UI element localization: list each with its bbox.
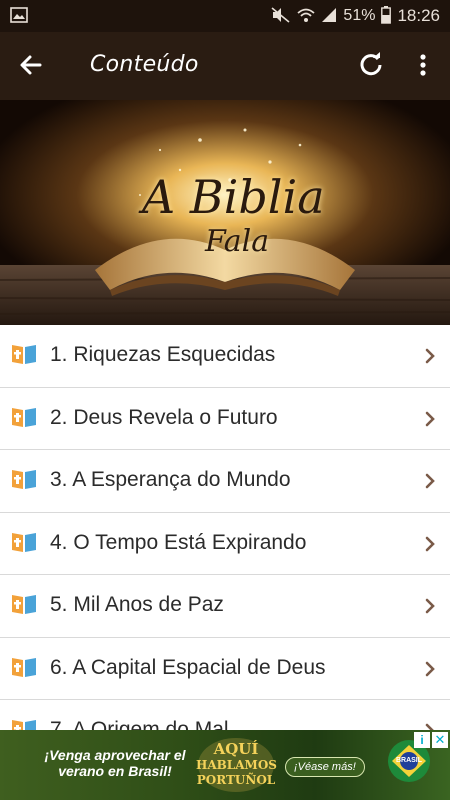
ad-headline: ¡Venga aprovechar el verano en Brasil!	[44, 747, 186, 779]
wifi-icon	[297, 7, 316, 26]
ad-flag-label: BRASIL	[395, 757, 423, 764]
chevron-right-icon	[424, 597, 436, 615]
ad-cta-button[interactable]: ¡Véase más!	[285, 757, 365, 777]
more-vert-icon[interactable]	[408, 50, 438, 80]
book-icon	[10, 655, 38, 679]
chevron-right-icon	[424, 535, 436, 553]
list-item-label: 6. A Capital Espacial de Deus	[50, 655, 326, 679]
ad-logo-line1: AQUÍ	[213, 740, 259, 758]
list-item[interactable]: 2. Deus Revela o Futuro	[0, 388, 450, 450]
list-item-label: 1. Riquezas Esquecidas	[50, 343, 276, 366]
arrow-back-icon[interactable]	[16, 50, 46, 80]
list-item-label: 3. A Esperança do Mundo	[50, 468, 291, 491]
battery-percent: 51%	[343, 7, 376, 24]
list-item[interactable]: 4. O Tempo Está Expirando	[0, 513, 450, 575]
app-bar: Conteúdo	[0, 32, 450, 100]
image-icon	[10, 7, 28, 28]
header-banner-image: A Biblia Fala	[0, 100, 450, 325]
banner-subtitle: Fala	[205, 224, 270, 259]
refresh-icon[interactable]	[356, 50, 386, 80]
mute-icon	[271, 6, 291, 26]
chapter-list: 1. Riquezas Esquecidas 2. Deus Revela o …	[0, 325, 450, 730]
list-item-label: 4. O Tempo Está Expirando	[50, 530, 307, 554]
list-item-label: 2. Deus Revela o Futuro	[50, 405, 278, 429]
list-item[interactable]: 7. A Origem do Mal	[0, 700, 450, 730]
list-item[interactable]: 5. Mil Anos de Paz	[0, 575, 450, 638]
ad-banner[interactable]: ¡Venga aprovechar el verano en Brasil! A…	[0, 730, 450, 800]
chevron-right-icon	[424, 472, 436, 490]
list-item[interactable]: 1. Riquezas Esquecidas	[0, 325, 450, 388]
ad-logo: AQUÍ HABLAMOS PORTUÑOL	[196, 736, 277, 794]
book-icon	[10, 530, 38, 554]
list-item[interactable]: 6. A Capital Espacial de Deus	[0, 638, 450, 700]
ad-close-icon[interactable]: ✕	[432, 732, 448, 748]
book-icon	[10, 717, 38, 730]
chevron-right-icon	[424, 660, 436, 678]
clock: 18:26	[397, 6, 440, 25]
ad-logo-line3: PORTUÑOL	[196, 773, 276, 787]
list-item[interactable]: 3. A Esperança do Mundo	[0, 450, 450, 513]
list-item-label: 5. Mil Anos de Paz	[50, 593, 224, 616]
chevron-right-icon	[424, 347, 436, 365]
banner-title: A Biblia	[142, 170, 325, 224]
book-icon	[10, 405, 38, 429]
page-title: Conteúdo	[90, 52, 199, 77]
chevron-right-icon	[424, 410, 436, 428]
status-bar: 51% 18:26	[0, 0, 450, 32]
ad-info-icon[interactable]: i	[414, 732, 430, 748]
ad-logo-line2: HABLAMOS	[196, 758, 277, 772]
battery-icon	[381, 5, 392, 27]
signal-icon	[321, 7, 337, 26]
book-icon	[10, 592, 38, 616]
book-icon	[10, 467, 38, 491]
list-item-label: 7. A Origem do Mal	[50, 718, 229, 730]
book-icon	[10, 342, 38, 366]
chevron-right-icon	[424, 722, 436, 730]
